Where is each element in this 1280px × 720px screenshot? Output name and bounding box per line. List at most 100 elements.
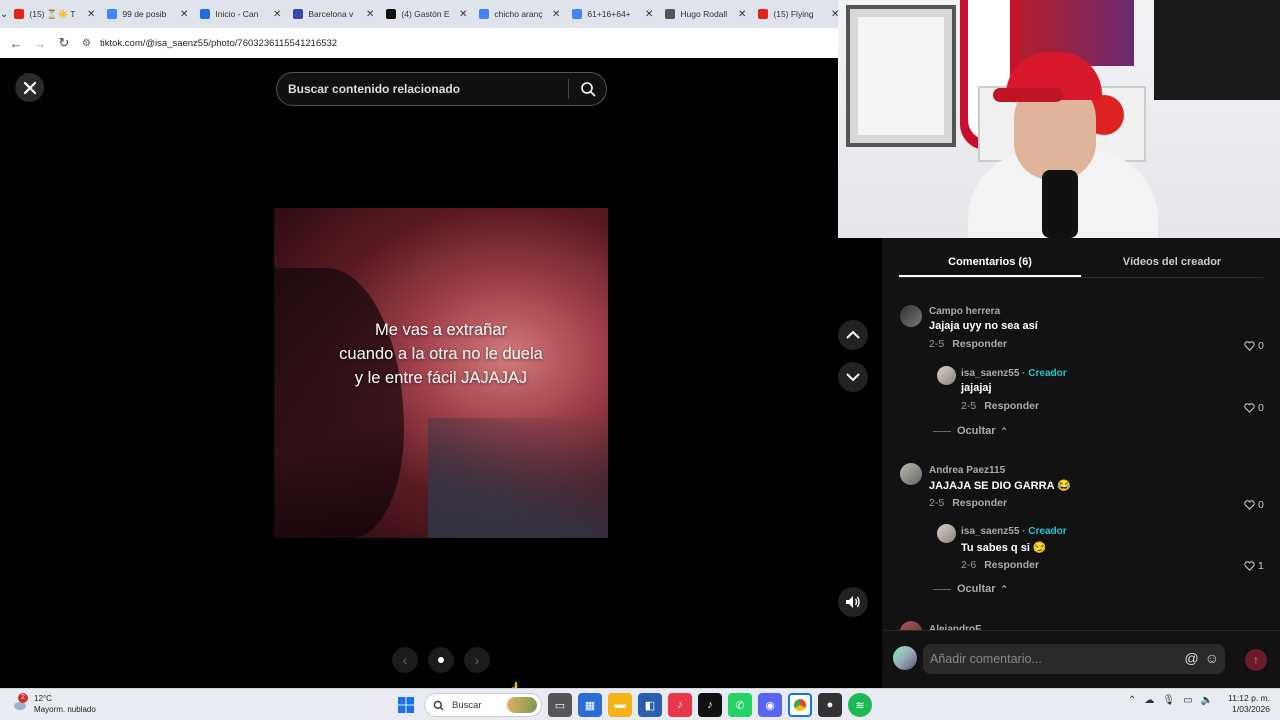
emoji-icon[interactable]: ☺ [1205,650,1219,666]
google-icon [479,9,490,19]
browser-tab[interactable]: (4) Gastón E ✕ [380,0,473,28]
comment-username[interactable]: Campo herrera [929,306,1000,317]
youtube-icon [758,9,769,19]
browser-tab[interactable]: (15) ⏳☀️ T ✕ [8,0,101,28]
like-button[interactable]: 0 [1244,499,1264,511]
mention-icon[interactable]: @ [1184,650,1198,666]
tab-close-icon[interactable]: ✕ [87,9,95,20]
comment-input[interactable]: Añadir comentario... @ ☺ [923,644,1225,674]
tab-comments[interactable]: Comentarios (6) [899,248,1081,277]
panel-tabs: Comentarios (6) Vídeos del creador [899,248,1263,278]
tab-close-icon[interactable]: ✕ [552,9,560,20]
reply-button[interactable]: Responder [952,338,1007,350]
windows-start-button[interactable] [394,693,418,717]
chevron-up-icon: ⌃ [1000,425,1009,436]
hide-replies-button[interactable]: Ocultar ⌃ [933,583,1008,595]
task-view-icon[interactable]: ▭ [548,693,572,717]
tab-title: (4) Gastón E [401,9,450,19]
tab-close-icon[interactable]: ✕ [738,9,746,20]
search-button[interactable] [569,81,606,97]
tab-close-icon[interactable]: ✕ [831,9,838,20]
tray-overflow-icon[interactable]: ⌃ [1128,695,1136,706]
browser-tab[interactable]: Hugo Rodall ✕ [659,0,752,28]
tab-search-chevron-icon[interactable]: ⌄ [0,0,8,28]
creator-badge: · Creador [1019,526,1067,537]
comment-compose-bar: Añadir comentario... @ ☺ ↑ [882,630,1280,688]
like-button[interactable]: 1 [1244,560,1264,572]
browser-tab[interactable]: Barcelona v ✕ [287,0,380,28]
back-button[interactable]: ← [4,36,28,51]
avatar[interactable] [900,463,922,485]
tab-close-icon[interactable]: ✕ [366,9,374,20]
close-button[interactable] [15,73,44,102]
next-photo-button[interactable]: › [464,647,490,673]
display-icon[interactable]: ▭ [1183,695,1192,706]
jersey-shirt [858,17,944,135]
tab-close-icon[interactable]: ✕ [645,9,653,20]
store-icon[interactable]: ◧ [638,693,662,717]
tiktok-studio-icon[interactable]: ♪ [668,693,692,717]
tab-close-icon[interactable]: ✕ [180,9,188,20]
tab-close-icon[interactable]: ✕ [273,9,281,20]
google-icon [572,9,583,19]
weather-widget[interactable]: 2 12°C Mayorm. nublado [12,693,96,715]
tab-title: (15) Flying [773,9,814,19]
comment-date: 2-5 [929,338,945,350]
chrome-icon[interactable] [788,693,812,717]
browser-tab[interactable]: (15) Flying ✕ [752,0,838,28]
browser-tab[interactable]: Inicio - Can ✕ [194,0,287,28]
like-button[interactable]: 0 [1244,340,1264,352]
like-count: 0 [1258,340,1264,352]
reply-button[interactable]: Responder [984,559,1039,571]
avatar[interactable] [937,524,956,543]
comments-panel: Comentarios (6) Vídeos del creador Campo… [882,238,1280,688]
photo-hair-shape [274,268,404,538]
caption-line-1: Me vas a extrañar [374,321,508,339]
file-explorer-icon[interactable]: ▬ [608,693,632,717]
microphone-icon[interactable]: 🎙 [1162,695,1175,706]
comment-username[interactable]: Andrea Paez115 [929,465,1005,476]
taskbar-search[interactable]: Buscar [424,693,542,717]
heart-icon [1244,341,1255,351]
previous-post-button[interactable] [838,320,868,350]
browser-tab[interactable]: 61+16+64+ ✕ [566,0,659,28]
comment-username[interactable]: isa_saenz55 · Creador [961,526,1067,537]
obs-icon[interactable]: ● [818,693,842,717]
like-button[interactable]: 0 [1244,402,1264,414]
like-count: 1 [1258,560,1264,572]
widgets-icon[interactable]: ▦ [578,693,602,717]
reply-button[interactable]: Responder [984,400,1039,412]
comment-username[interactable]: isa_saenz55 · Creador [961,368,1067,379]
weather-desc: Mayorm. nublado [34,705,96,714]
post-photo: Me vas a extrañar cuando a la otra no le… [274,208,608,538]
browser-tab[interactable]: 99 de posib ✕ [101,0,194,28]
avatar[interactable] [900,305,922,327]
forward-button[interactable]: → [28,36,52,51]
tab-creator-videos[interactable]: Vídeos del creador [1081,248,1263,277]
framed-jersey [846,5,956,147]
comment-username-text: isa_saenz55 [961,526,1020,537]
url-field[interactable]: ⚙ tiktok.com/@isa_saenz55/photo/76032361… [82,32,838,54]
reload-button[interactable]: ↻ [52,35,76,51]
reply-button[interactable]: Responder [952,497,1007,509]
network-icon[interactable]: ☁ [1144,695,1154,706]
related-search-bar[interactable]: Buscar contenido relacionado [276,72,607,106]
avatar[interactable] [937,366,956,385]
close-icon [23,81,36,94]
whatsapp-icon[interactable]: ✆ [728,693,752,717]
volume-button[interactable] [838,587,868,617]
previous-photo-button[interactable]: ‹ [392,647,418,673]
discord-icon[interactable]: ◉ [758,693,782,717]
tiktok-icon[interactable]: ♪ [698,693,722,717]
browser-tab[interactable]: chicho aranç ✕ [473,0,566,28]
hide-replies-button[interactable]: Ocultar ⌃ [933,425,1008,437]
tab-close-icon[interactable]: ✕ [459,9,467,20]
comment-meta: 2-5 Responder [929,497,1007,509]
site-info-icon[interactable]: ⚙ [82,38,91,49]
post-comment-button[interactable]: ↑ [1245,649,1267,671]
volume-icon[interactable]: 🔈 [1201,695,1213,706]
search-input[interactable]: Buscar contenido relacionado [277,82,568,96]
spotify-icon[interactable]: ≋ [848,693,872,717]
next-post-button[interactable] [838,362,868,392]
clock[interactable]: 11:12 p. m. 1/03/2026 [1228,693,1270,715]
